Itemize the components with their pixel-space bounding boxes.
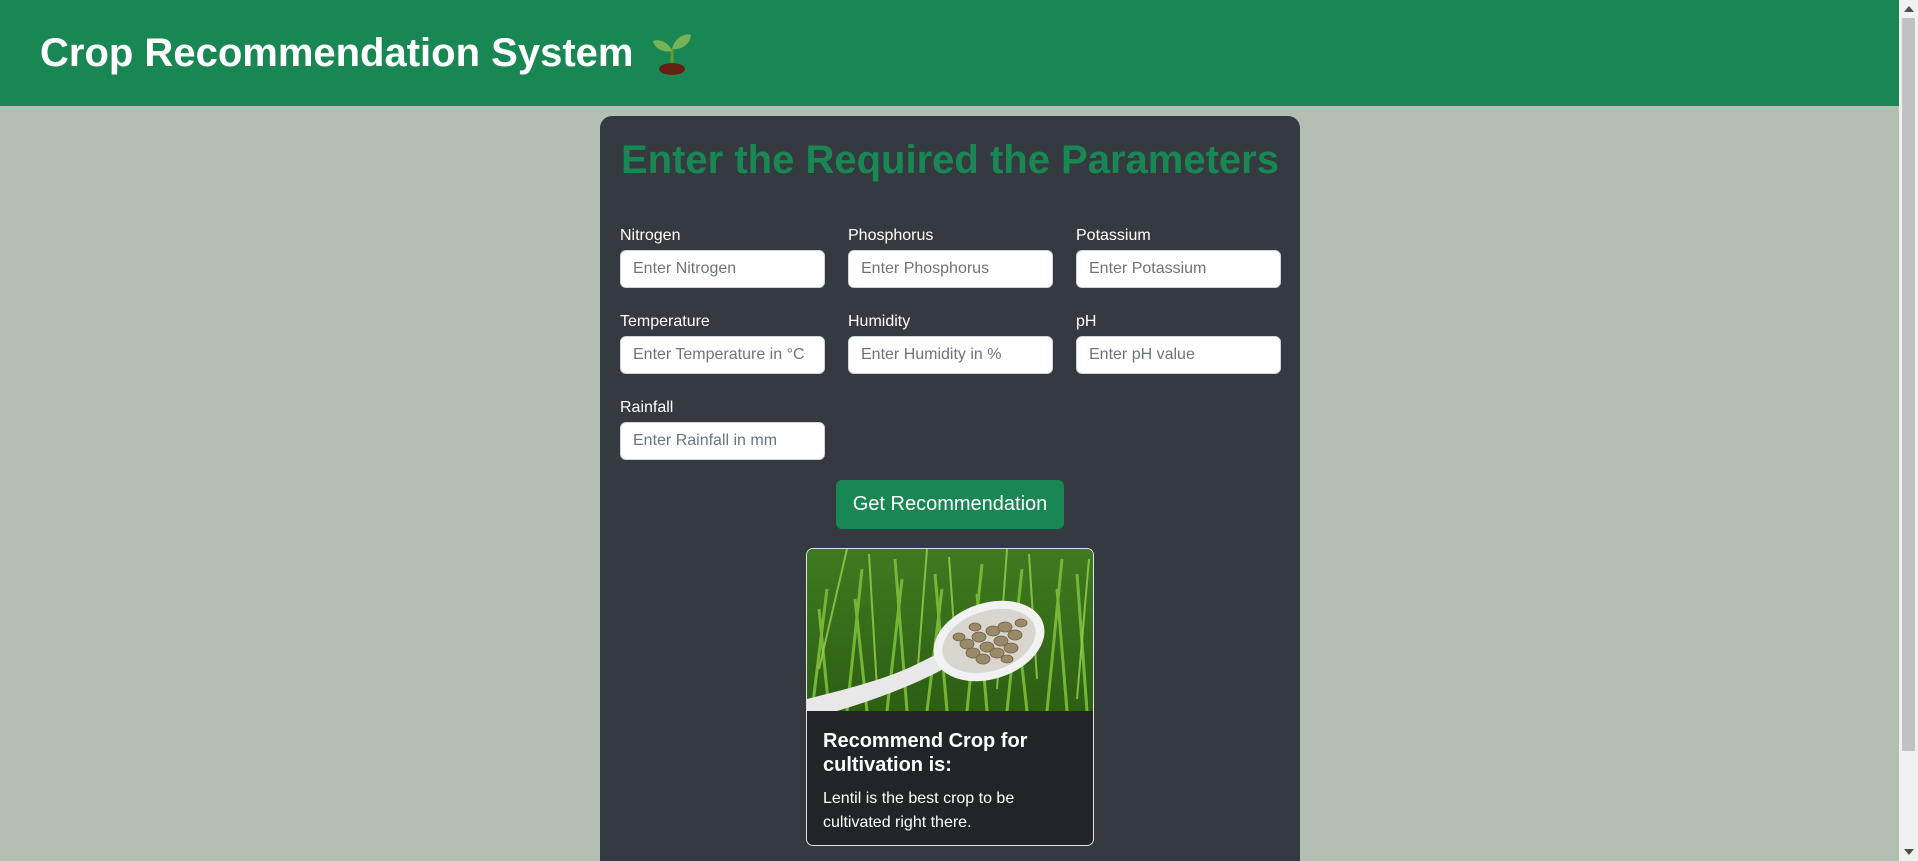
ph-label: pH — [1076, 313, 1097, 330]
ph-field: pH — [1076, 312, 1281, 374]
brand[interactable]: Crop Recommendation System — [40, 31, 693, 76]
seedling-icon — [653, 34, 692, 75]
rainfall-field: Rainfall — [620, 398, 825, 460]
result-card: Recommend Crop for cultivation is: Lenti… — [806, 548, 1094, 846]
navbar: Crop Recommendation System — [0, 0, 1899, 106]
potassium-label: Potassium — [1076, 227, 1151, 244]
humidity-input[interactable] — [848, 336, 1053, 374]
parameters-panel: Enter the Required the Parameters Nitrog… — [600, 116, 1300, 861]
result-title: Recommend Crop for cultivation is: — [823, 730, 1028, 776]
nitrogen-field: Nitrogen — [620, 226, 825, 288]
temperature-label: Temperature — [620, 313, 710, 330]
temperature-field: Temperature — [620, 312, 825, 374]
result-text: Lentil is the best crop to be cultivated… — [823, 790, 1015, 831]
nitrogen-input[interactable] — [620, 250, 825, 288]
potassium-input[interactable] — [1076, 250, 1281, 288]
humidity-field: Humidity — [848, 312, 1053, 374]
ph-input[interactable] — [1076, 336, 1281, 374]
potassium-field: Potassium — [1076, 226, 1281, 288]
lentil-seeds-image — [807, 549, 1093, 711]
rainfall-input[interactable] — [620, 422, 825, 460]
page-scrollbar[interactable] — [1899, 0, 1918, 861]
form-heading: Enter the Required the Parameters — [621, 138, 1279, 182]
scroll-up-arrow-icon[interactable] — [1904, 6, 1914, 12]
card-body: Recommend Crop for cultivation is: Lenti… — [807, 711, 1093, 835]
nitrogen-label: Nitrogen — [620, 227, 681, 244]
get-recommendation-button[interactable]: Get Recommendation — [836, 480, 1064, 529]
phosphorus-field: Phosphorus — [848, 226, 1053, 288]
scroll-down-arrow-icon[interactable] — [1904, 849, 1914, 855]
app-title: Crop Recommendation System — [40, 30, 634, 75]
rainfall-label: Rainfall — [620, 399, 674, 416]
phosphorus-input[interactable] — [848, 250, 1053, 288]
temperature-input[interactable] — [620, 336, 825, 374]
scrollbar-thumb[interactable] — [1902, 18, 1915, 751]
phosphorus-label: Phosphorus — [848, 227, 934, 244]
humidity-label: Humidity — [848, 313, 911, 330]
